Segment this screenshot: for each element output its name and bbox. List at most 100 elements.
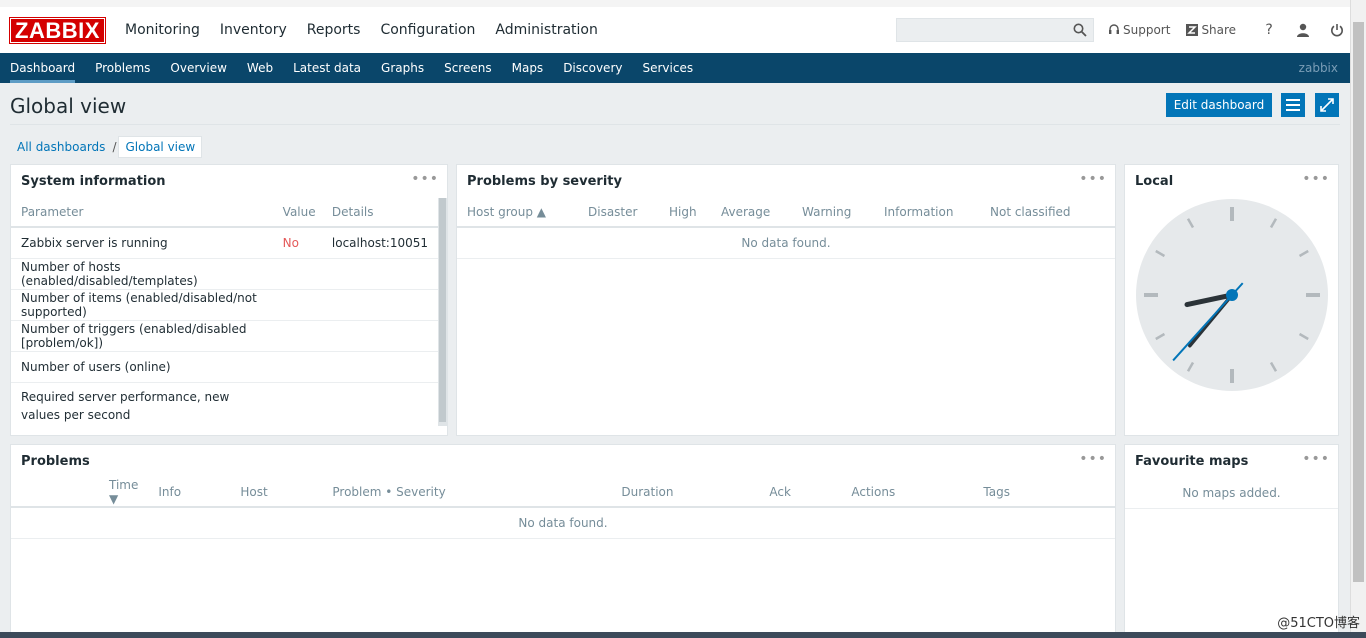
- subnav-overview[interactable]: Overview: [160, 53, 237, 83]
- menu-button[interactable]: [1281, 93, 1305, 117]
- current-user: zabbix: [1298, 61, 1338, 75]
- top-links: Support Share ?: [1108, 7, 1354, 53]
- breadcrumb-separator: /: [112, 140, 117, 154]
- param-cell: Number of hosts (enabled/disabled/templa…: [11, 258, 283, 290]
- widget-options-icon[interactable]: •••: [1302, 451, 1330, 467]
- no-data-message: No data found.: [457, 228, 1115, 259]
- widget-title: System information: [21, 173, 166, 189]
- nav-inventory[interactable]: Inventory: [210, 7, 297, 53]
- sign-out-icon[interactable]: [1328, 21, 1346, 39]
- support-link[interactable]: Support: [1108, 23, 1170, 37]
- sub-nav: Dashboard Problems Overview Web Latest d…: [0, 53, 1350, 83]
- no-data-message: No data found.: [11, 508, 1115, 539]
- widget-options-icon[interactable]: •••: [411, 171, 439, 187]
- subnav-web[interactable]: Web: [237, 53, 283, 83]
- subnav-graphs[interactable]: Graphs: [371, 53, 434, 83]
- headset-icon: [1109, 24, 1119, 34]
- problems-widget: Problems ••• Time ▼ Info Host Problem • …: [10, 444, 1116, 638]
- widget-scrollbar[interactable]: [438, 198, 447, 426]
- col-host-group[interactable]: Host group ▲: [457, 197, 578, 228]
- nav-administration[interactable]: Administration: [485, 7, 607, 53]
- col-host: Host: [230, 477, 323, 508]
- col-information: Information: [874, 197, 980, 228]
- nav-configuration[interactable]: Configuration: [370, 7, 485, 53]
- analog-clock: [1136, 199, 1328, 391]
- breadcrumb: All dashboards / Global view: [12, 136, 203, 158]
- system-info-table: Parameter Value Details Zabbix server is…: [11, 197, 438, 430]
- breadcrumb-all-dashboards[interactable]: All dashboards: [12, 140, 110, 154]
- share-link[interactable]: Share: [1186, 23, 1236, 37]
- search-box: [896, 18, 1094, 42]
- col-not-classified: Not classified: [980, 197, 1115, 228]
- share-z-icon: [1186, 24, 1199, 36]
- widget-options-icon[interactable]: •••: [1079, 451, 1107, 467]
- col-info: Info: [148, 477, 231, 508]
- col-high: High: [659, 197, 711, 228]
- fullscreen-button[interactable]: [1315, 93, 1339, 117]
- widget-title: Problems by severity: [467, 173, 622, 189]
- table-row: Number of hosts (enabled/disabled/templa…: [11, 258, 438, 290]
- help-icon[interactable]: ?: [1260, 21, 1278, 39]
- top-header: ZABBIX Monitoring Inventory Reports Conf…: [0, 0, 1350, 53]
- nav-monitoring[interactable]: Monitoring: [115, 7, 210, 53]
- col-parameter: Parameter: [11, 197, 283, 228]
- widget-title: Problems: [21, 453, 90, 469]
- param-cell: Zabbix server is running: [11, 227, 283, 259]
- subnav-problems[interactable]: Problems: [85, 53, 160, 83]
- col-warning: Warning: [792, 197, 874, 228]
- hamburger-icon: [1286, 99, 1300, 111]
- problems-by-severity-widget: Problems by severity ••• Host group ▲ Di…: [456, 164, 1116, 436]
- user-profile-icon[interactable]: [1294, 21, 1312, 39]
- main-nav: Monitoring Inventory Reports Configurati…: [115, 7, 608, 53]
- subnav-latest-data[interactable]: Latest data: [283, 53, 371, 83]
- search-input[interactable]: [897, 19, 1067, 41]
- col-ack: Ack: [759, 477, 842, 508]
- col-actions: Actions: [841, 477, 974, 508]
- col-disaster: Disaster: [578, 197, 659, 228]
- param-cell: Required server performance, new values …: [21, 390, 230, 423]
- subnav-dashboard[interactable]: Dashboard: [0, 53, 85, 83]
- no-maps-message: No maps added.: [1125, 477, 1338, 509]
- subnav-screens[interactable]: Screens: [434, 53, 502, 83]
- severity-table: Host group ▲ Disaster High Average Warni…: [457, 197, 1115, 228]
- col-time[interactable]: Time ▼: [11, 477, 149, 508]
- col-duration: Duration: [611, 477, 760, 508]
- widget-options-icon[interactable]: •••: [1079, 171, 1107, 187]
- col-details: Details: [321, 197, 438, 228]
- details-cell: localhost:10051: [321, 227, 438, 259]
- user-icon: [1297, 23, 1310, 37]
- problems-table: Time ▼ Info Host Problem • Severity Dura…: [11, 477, 1115, 508]
- system-information-widget: System information ••• Parameter Value D…: [10, 164, 448, 436]
- fullscreen-icon: [1320, 98, 1334, 112]
- col-tags: Tags: [973, 477, 1115, 508]
- breadcrumb-current[interactable]: Global view: [118, 136, 203, 158]
- page-scrollbar[interactable]: [1350, 0, 1366, 638]
- table-row: Zabbix server is running No localhost:10…: [11, 227, 438, 259]
- search-icon[interactable]: [1073, 23, 1087, 37]
- table-row: Number of triggers (enabled/disabled [pr…: [11, 320, 438, 352]
- share-label: Share: [1201, 23, 1237, 37]
- param-cell: Number of triggers (enabled/disabled [pr…: [11, 320, 283, 352]
- edit-dashboard-button[interactable]: Edit dashboard: [1166, 93, 1272, 117]
- local-clock-widget: Local •••: [1124, 164, 1339, 436]
- col-average: Average: [711, 197, 792, 228]
- power-icon: [1331, 24, 1344, 37]
- col-value: Value: [282, 197, 322, 228]
- subnav-services[interactable]: Services: [632, 53, 703, 83]
- col-problem-severity: Problem • Severity: [322, 477, 612, 508]
- nav-reports[interactable]: Reports: [297, 7, 371, 53]
- table-row: Required server performance, new values …: [11, 382, 438, 430]
- zabbix-logo[interactable]: ZABBIX: [9, 17, 106, 44]
- title-divider: [10, 124, 1340, 125]
- param-cell: Number of users (online): [11, 351, 283, 383]
- param-cell: Number of items (enabled/disabled/not su…: [11, 289, 283, 321]
- value-cell: No: [282, 227, 322, 259]
- favourite-maps-widget: Favourite maps ••• No maps added.: [1124, 444, 1339, 638]
- clock-center: [1226, 289, 1238, 301]
- widget-options-icon[interactable]: •••: [1302, 171, 1330, 187]
- watermark: @51CTO博客: [1277, 616, 1360, 631]
- subnav-discovery[interactable]: Discovery: [553, 53, 632, 83]
- os-taskbar: [0, 632, 1366, 638]
- table-row: Number of users (online): [11, 351, 438, 383]
- subnav-maps[interactable]: Maps: [502, 53, 554, 83]
